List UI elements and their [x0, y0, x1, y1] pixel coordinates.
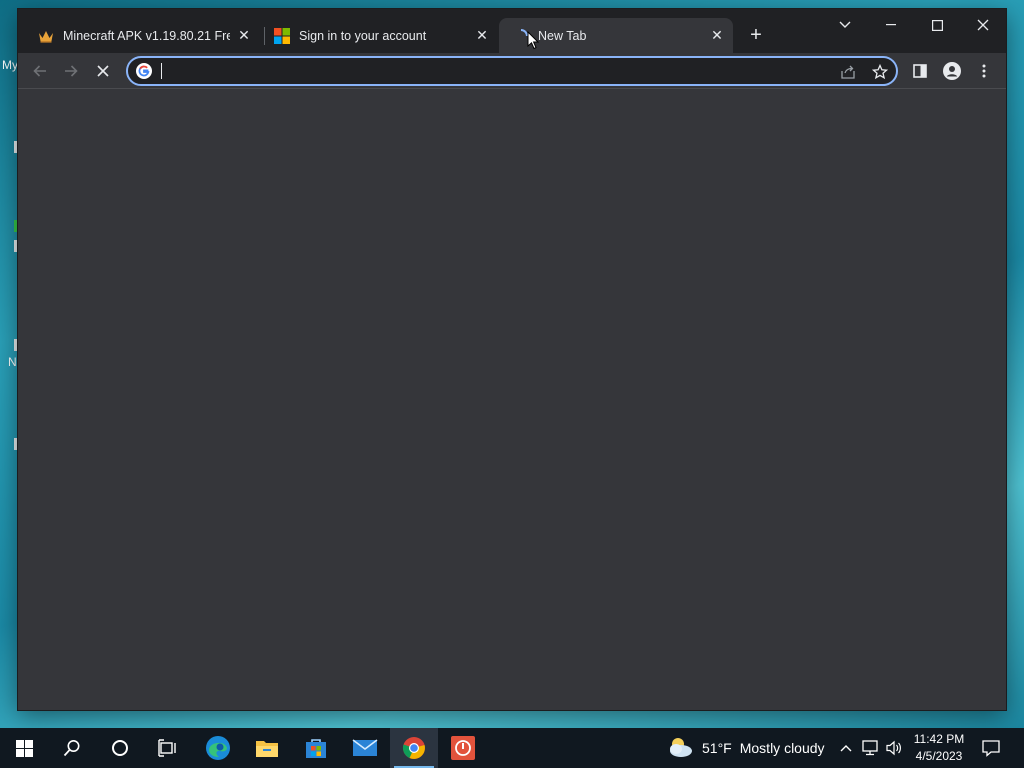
microsoft-icon: [274, 27, 290, 44]
mouse-cursor-icon: [527, 31, 539, 50]
desktop-icon-fragment: [14, 220, 17, 232]
share-icon[interactable]: [838, 62, 858, 82]
network-icon[interactable]: [861, 738, 881, 758]
more-menu-icon[interactable]: [970, 57, 998, 85]
tab-search-icon[interactable]: [822, 9, 868, 41]
microsoft-store-icon[interactable]: [292, 728, 340, 768]
mail-icon[interactable]: [341, 728, 389, 768]
address-input[interactable]: [160, 61, 820, 81]
tab-strip: Minecraft APK v1.19.80.21 Free F ✕ Sign …: [18, 9, 1006, 53]
taskbar: 51°F Mostly cloudy 11:42 PM 4/5/2023: [0, 728, 1024, 768]
weather-condition: Mostly cloudy: [739, 740, 825, 756]
new-tab-button[interactable]: +: [744, 23, 768, 47]
system-clock[interactable]: 11:42 PM 4/5/2023: [904, 731, 974, 765]
power-app-icon[interactable]: [439, 728, 487, 768]
maximize-icon[interactable]: [914, 9, 960, 41]
cortana-icon[interactable]: [96, 728, 144, 768]
volume-icon[interactable]: [884, 738, 904, 758]
search-icon[interactable]: [48, 728, 96, 768]
edge-icon[interactable]: [194, 728, 242, 768]
google-icon: [136, 63, 152, 79]
show-hidden-icons-chevron-icon[interactable]: [836, 738, 856, 758]
file-explorer-icon[interactable]: [243, 728, 291, 768]
minimize-icon[interactable]: [868, 9, 914, 41]
tab-title: Sign in to your account: [299, 28, 427, 43]
profile-avatar-icon[interactable]: [938, 57, 966, 85]
close-tab-icon[interactable]: ✕: [709, 27, 725, 44]
desktop-icon-fragment: [14, 141, 17, 153]
tab-minecraft[interactable]: Minecraft APK v1.19.80.21 Free F ✕: [24, 18, 260, 53]
weather-temperature: 51°F: [702, 740, 732, 756]
desktop-icon-fragment: [14, 240, 17, 252]
close-tab-icon[interactable]: ✕: [474, 27, 490, 44]
desktop-icon-fragment: [14, 339, 17, 351]
desktop-edge: My N: [0, 0, 18, 728]
cloudy-moon-icon: [666, 736, 694, 761]
bookmark-star-icon[interactable]: [870, 62, 890, 82]
weather-widget[interactable]: 51°F Mostly cloudy: [666, 728, 825, 768]
tab-title: Minecraft APK v1.19.80.21 Free F: [63, 28, 230, 43]
tab-title: New Tab: [538, 28, 587, 43]
close-tab-icon[interactable]: ✕: [236, 27, 252, 44]
back-icon[interactable]: [26, 57, 54, 85]
page-content[interactable]: [18, 90, 1006, 710]
navigation-toolbar: [18, 53, 1006, 89]
desktop-icon-fragment: [14, 438, 17, 450]
desktop-icon-label-fragment: My: [2, 58, 18, 72]
desktop-icon-label-fragment: N: [8, 355, 17, 369]
clock-time: 11:42 PM: [913, 732, 965, 746]
close-window-icon[interactable]: [960, 9, 1006, 41]
crown-icon: [38, 28, 54, 44]
stop-loading-icon[interactable]: [89, 57, 117, 85]
notification-center-icon[interactable]: [981, 738, 1001, 758]
clock-date: 4/5/2023: [915, 749, 963, 763]
tab-sign-in[interactable]: Sign in to your account ✕: [260, 18, 498, 53]
windows-start-icon[interactable]: [0, 728, 48, 768]
text-caret: [161, 63, 162, 79]
forward-icon[interactable]: [57, 57, 85, 85]
side-panel-icon[interactable]: [906, 57, 934, 85]
browser-window: Minecraft APK v1.19.80.21 Free F ✕ Sign …: [18, 9, 1006, 710]
address-bar[interactable]: [126, 56, 898, 86]
task-view-icon[interactable]: [144, 728, 192, 768]
chrome-taskbar-icon[interactable]: [390, 728, 438, 768]
